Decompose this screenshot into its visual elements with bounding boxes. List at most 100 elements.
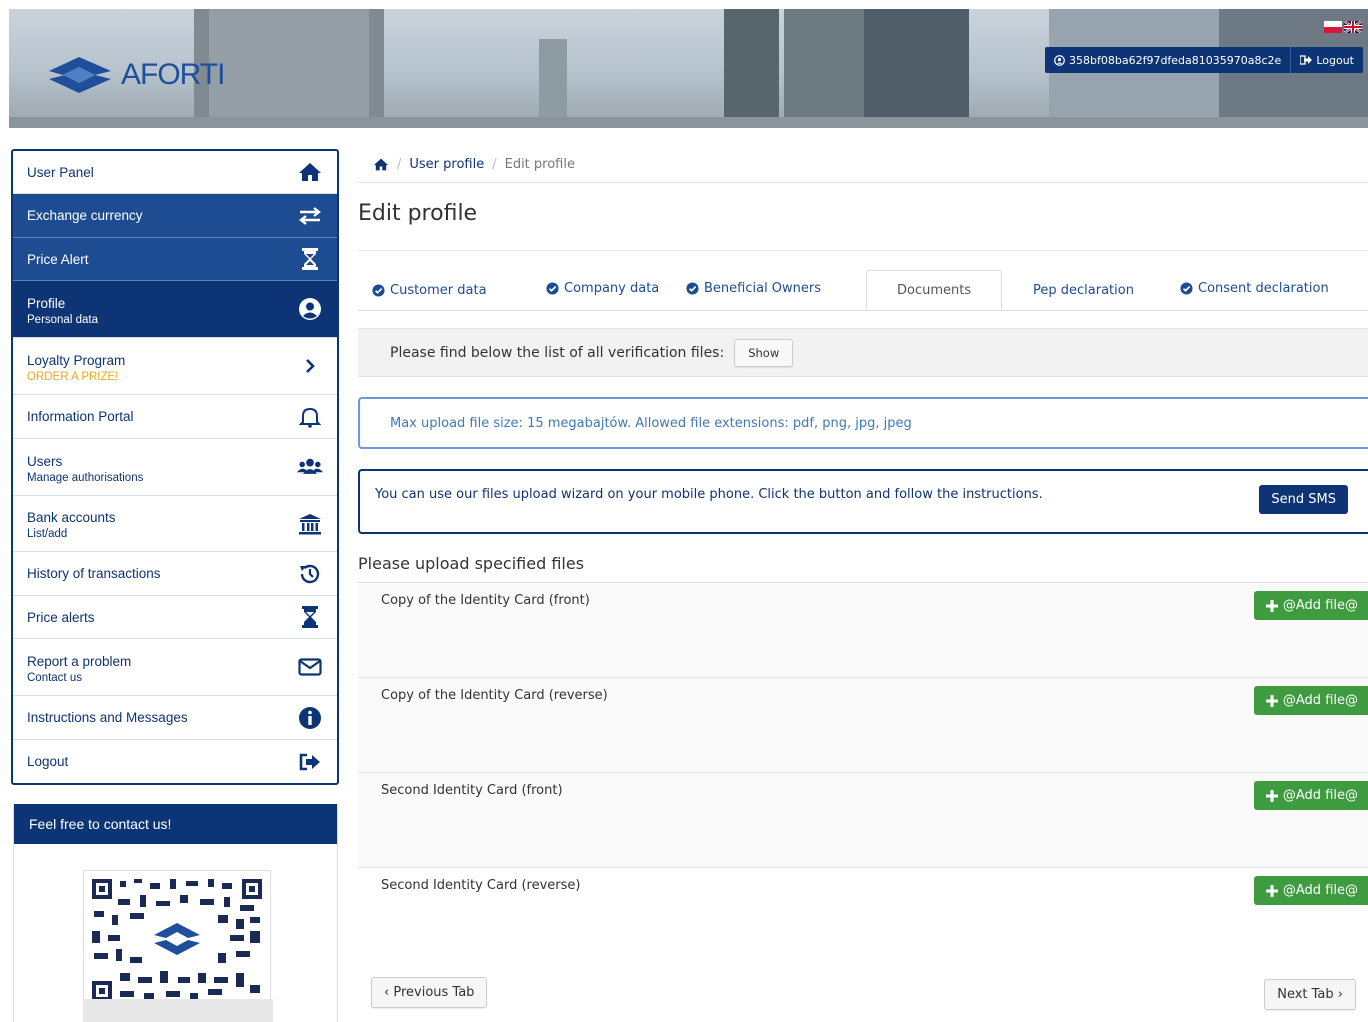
add-file-label: @Add file@ xyxy=(1282,788,1358,803)
add-file-button[interactable]: @Add file@ xyxy=(1253,591,1368,620)
upload-limit-text: Max upload file size: 15 megabajtów. All… xyxy=(390,415,912,431)
sidebar-item-label: User Panel xyxy=(27,164,94,180)
sidebar-item-logout[interactable]: Logout xyxy=(13,740,337,783)
tab-label: Company data xyxy=(564,281,660,296)
profile-tabs: Customer data Company data Beneficial Ow… xyxy=(358,251,1368,311)
home-icon xyxy=(297,162,323,182)
file-name: Second Identity Card (reverse) xyxy=(381,878,581,893)
upload-section-title: Please upload specified files xyxy=(358,554,585,573)
page-title: Edit profile xyxy=(358,201,1368,251)
next-tab-button[interactable]: Next Tab › xyxy=(1264,979,1356,1010)
verification-files-bar: Please find below the list of all verifi… xyxy=(358,328,1368,377)
contact-title: Feel free to contact us! xyxy=(14,804,337,844)
sidebar-item-sublabel: Contact us xyxy=(27,671,82,684)
send-sms-button[interactable]: Send SMS xyxy=(1259,485,1348,514)
sidebar-item-label: Information Portal xyxy=(27,409,134,424)
sidebar-item-label: Instructions and Messages xyxy=(27,710,188,725)
qr-caption-area xyxy=(83,999,273,1022)
tab-customer-data[interactable]: Customer data xyxy=(372,283,487,298)
sidebar-item-instructions[interactable]: Instructions and Messages xyxy=(13,696,337,740)
tab-pep-declaration[interactable]: Pep declaration xyxy=(1033,283,1134,298)
breadcrumb-current: Edit profile xyxy=(504,157,575,172)
breadcrumb: / User profile / Edit profile xyxy=(358,147,1368,183)
info-icon xyxy=(297,706,323,730)
header-logout-button[interactable]: Logout xyxy=(1290,47,1363,73)
sidebar-item-label: Users xyxy=(27,453,63,469)
check-circle-icon xyxy=(546,282,559,295)
sidebar-item-label: Profile xyxy=(27,295,66,311)
sidebar-item-information-portal[interactable]: Information Portal xyxy=(13,395,337,439)
sidebar-item-users[interactable]: Users Manage authorisations xyxy=(13,439,337,496)
tab-label: Customer data xyxy=(390,283,487,298)
add-file-button[interactable]: @Add file@ xyxy=(1253,686,1368,715)
upload-limit-notice: Max upload file size: 15 megabajtów. All… xyxy=(358,397,1368,449)
sms-wizard-box: You can use our files upload wizard on y… xyxy=(358,469,1368,534)
verification-text: Please find below the list of all verifi… xyxy=(390,344,725,361)
add-file-label: @Add file@ xyxy=(1282,693,1358,708)
tab-consent-declaration[interactable]: Consent declaration xyxy=(1180,281,1329,296)
qr-code-icon xyxy=(90,877,264,1005)
file-name: Second Identity Card (front) xyxy=(381,783,563,798)
chevron-right-icon xyxy=(297,359,323,373)
flag-uk-icon[interactable] xyxy=(1344,21,1362,33)
plus-icon xyxy=(1265,884,1278,897)
next-tab-label: Next Tab xyxy=(1277,987,1334,1002)
file-name: Copy of the Identity Card (reverse) xyxy=(381,688,608,703)
user-circle-icon xyxy=(297,297,323,321)
tab-documents[interactable]: Documents xyxy=(866,270,1003,310)
sidebar-item-profile[interactable]: Profile Personal data xyxy=(13,281,337,338)
sidebar-item-price-alert[interactable]: Price Alert xyxy=(13,238,337,281)
sidebar-item-sublabel: Manage authorisations xyxy=(27,471,144,484)
sidebar-item-history[interactable]: History of transactions xyxy=(13,552,337,596)
tab-label: Pep declaration xyxy=(1033,283,1134,298)
sidebar-item-bank-accounts[interactable]: Bank accounts List/add xyxy=(13,496,337,552)
add-file-label: @Add file@ xyxy=(1282,883,1358,898)
breadcrumb-user-profile[interactable]: User profile xyxy=(409,157,484,172)
header-logout-label: Logout xyxy=(1316,53,1354,67)
tab-beneficial-owners[interactable]: Beneficial Owners xyxy=(686,281,821,296)
plus-icon xyxy=(1265,789,1278,802)
sidebar-item-sublabel: Personal data xyxy=(27,313,98,326)
sidebar-item-exchange-currency[interactable]: Exchange currency xyxy=(13,194,337,238)
user-bar: 358bf08ba62f97dfeda81035970a8c2e Logout xyxy=(1045,47,1363,73)
users-icon xyxy=(297,456,323,478)
breadcrumb-separator: / xyxy=(492,157,497,172)
sidebar-item-loyalty-program[interactable]: Loyalty Program ORDER A PRIZE! xyxy=(13,338,337,395)
sidebar-item-label: Exchange currency xyxy=(27,208,143,223)
file-row: Second Identity Card (reverse) @Add file… xyxy=(358,867,1368,962)
tab-label: Beneficial Owners xyxy=(704,281,822,296)
user-id-button[interactable]: 358bf08ba62f97dfeda81035970a8c2e xyxy=(1045,47,1290,73)
check-circle-icon xyxy=(1180,282,1193,295)
previous-tab-label: Previous Tab xyxy=(393,985,475,1000)
sidebar-item-sublabel: List/add xyxy=(27,528,68,540)
add-file-label: @Add file@ xyxy=(1282,598,1358,613)
qr-code xyxy=(83,870,271,1020)
breadcrumb-separator: / xyxy=(397,157,402,172)
show-button[interactable]: Show xyxy=(734,338,794,367)
home-icon[interactable] xyxy=(373,158,389,171)
tab-label: Consent declaration xyxy=(1198,281,1329,296)
sms-wizard-text: You can use our files upload wizard on y… xyxy=(375,487,1043,502)
sidebar-item-price-alerts[interactable]: Price alerts xyxy=(13,596,337,639)
add-file-button[interactable]: @Add file@ xyxy=(1253,781,1368,810)
envelope-icon xyxy=(297,658,323,676)
sidebar-item-label: Loyalty Program xyxy=(27,352,126,368)
logo[interactable]: AFORTI xyxy=(49,53,225,97)
sidebar-item-label: Price alerts xyxy=(27,609,95,625)
history-icon xyxy=(297,562,323,586)
user-circle-icon xyxy=(1054,54,1065,66)
main-content: / User profile / Edit profile Edit profi… xyxy=(358,147,1368,1010)
sidebar-item-label: Price Alert xyxy=(27,251,89,267)
logo-text: AFORTI xyxy=(121,58,225,91)
flag-pl-icon[interactable] xyxy=(1324,21,1342,33)
language-flags xyxy=(1324,21,1362,33)
contact-box: Feel free to contact us! xyxy=(13,804,338,1022)
sidebar-item-user-panel[interactable]: User Panel xyxy=(13,151,337,194)
previous-tab-button[interactable]: ‹ Previous Tab xyxy=(371,977,488,1008)
sign-out-icon xyxy=(1300,55,1313,65)
sidebar-item-report-problem[interactable]: Report a problem Contact us xyxy=(13,639,337,696)
bank-icon xyxy=(297,513,323,535)
tab-company-data[interactable]: Company data xyxy=(546,281,659,296)
add-file-button[interactable]: @Add file@ xyxy=(1253,876,1368,905)
header-banner: AFORTI 358bf08ba62f97dfeda81035970a8c2e … xyxy=(9,9,1368,128)
